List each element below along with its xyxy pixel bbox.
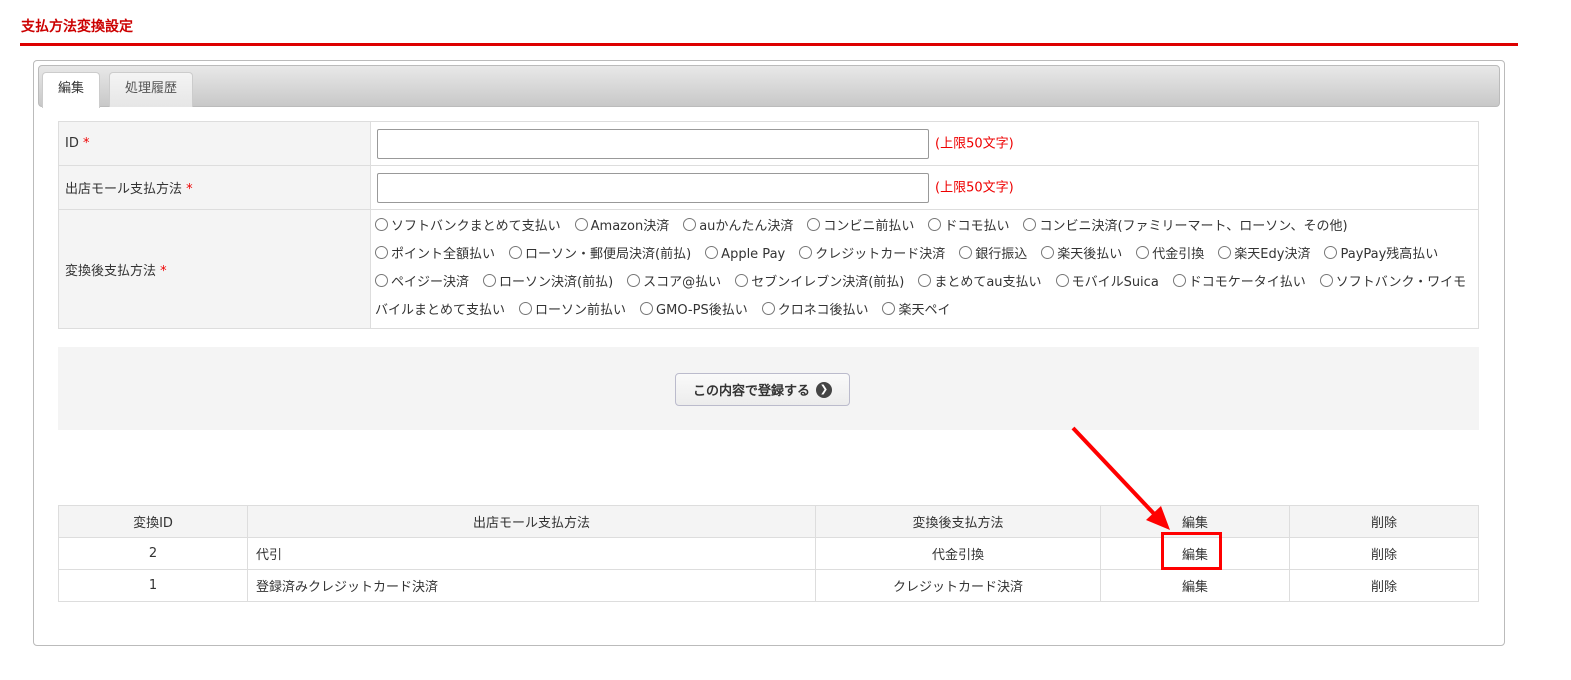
annotation-arrow-icon <box>1071 426 1170 530</box>
